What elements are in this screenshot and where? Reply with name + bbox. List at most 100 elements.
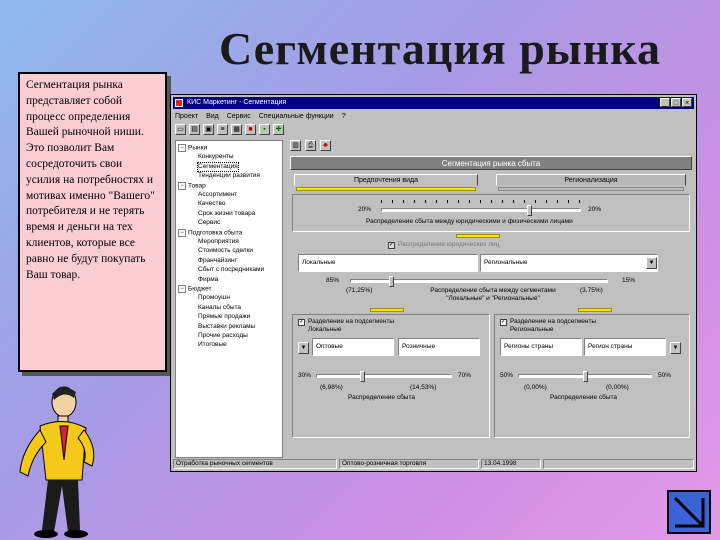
tree-item[interactable]: Прочие расходы <box>198 332 248 340</box>
slider2-right-value: 15% <box>622 277 636 284</box>
tree-item-label: Фирма <box>198 275 219 283</box>
regional-dropdown[interactable]: ▼ <box>670 342 681 354</box>
tree-item[interactable]: Конкуренты <box>198 153 234 161</box>
regional-slider-thumb[interactable] <box>583 371 588 382</box>
local-slider-track[interactable] <box>316 374 452 378</box>
tree-item-label: Промоушн <box>198 294 230 302</box>
print-icon[interactable]: ⎙ <box>305 140 316 151</box>
tree-item[interactable]: Срок жизни товара <box>198 210 255 218</box>
navigation-tree: − Рынки Конкуренты Сегментация Тенденции раз… <box>175 140 283 458</box>
tree-item[interactable]: Промоушн <box>198 294 230 302</box>
tree-item[interactable]: − Рынки <box>178 144 207 153</box>
yellow-marker-3 <box>578 308 612 312</box>
calculator-icon[interactable]: ▦ <box>231 124 242 135</box>
people-icon[interactable]: ♣ <box>320 140 331 151</box>
list-icon[interactable]: ≡ <box>217 124 228 135</box>
segment-left-field[interactable]: Локальные <box>298 254 478 272</box>
tree-item-label: Прямые продажи <box>198 313 251 321</box>
legal-entities-checkbox[interactable]: ✓ <box>388 242 395 249</box>
tree-item[interactable]: − Подготовка сбыта <box>178 228 243 238</box>
tree-item[interactable]: Франчайзинг <box>198 257 237 265</box>
regional-subsegments-label: Разделение на подсегменты <box>510 318 597 325</box>
slider2-thumb[interactable] <box>389 276 394 287</box>
slider1-track[interactable] <box>381 208 581 212</box>
tree-item-label: Конкуренты <box>198 153 234 161</box>
local-slider-thumb[interactable] <box>360 371 365 382</box>
slider1-thumb[interactable] <box>527 205 532 216</box>
slider1-right-value: 20% <box>588 206 602 213</box>
tree-item[interactable]: − Товар <box>178 181 206 191</box>
maximize-button[interactable]: □ <box>671 98 681 107</box>
tree-item-label: Сегментация <box>198 162 238 170</box>
status-bar: Отработка рыночных сегментов Оптово-розн… <box>173 459 694 470</box>
segment-dropdown[interactable]: ▼ <box>646 257 657 269</box>
regional-right-value: 50% <box>658 372 672 379</box>
expand-icon[interactable]: − <box>178 285 186 293</box>
regional-right-field[interactable]: Регион страны <box>584 338 666 356</box>
menu-help[interactable]: ? <box>342 111 346 122</box>
book-icon[interactable]: ▥ <box>290 140 301 151</box>
tree-item-label: Выставки рекламы <box>198 322 256 330</box>
local-value-left: (6,98%) <box>320 384 343 391</box>
tree-item-label: Подготовка сбыта <box>188 229 243 237</box>
tree-item[interactable]: Сбыт с посредниками <box>198 266 264 274</box>
local-subsegments-checkbox[interactable]: ✓ <box>298 319 305 326</box>
tree-item-label: Сервис <box>198 219 221 227</box>
slider1-ticks <box>381 200 581 203</box>
tree-item[interactable]: Прямые продажи <box>198 313 250 321</box>
panel-toolbar: ▥ ⎙ ♣ <box>286 140 696 154</box>
open-icon[interactable]: ▤ <box>189 124 200 135</box>
next-slide-button[interactable] <box>667 490 711 534</box>
tab-regionalization[interactable]: Регионализация <box>496 174 686 186</box>
menu-view[interactable]: Вид <box>206 111 219 122</box>
slider1-caption: Распределение сбыта между юридическими и… <box>366 218 573 225</box>
local-dropdown[interactable]: ▼ <box>298 342 309 354</box>
panel-title: Сегментация рынка сбыта <box>290 156 692 170</box>
tree-item[interactable]: Сервис <box>198 219 220 227</box>
close-button[interactable]: × <box>682 98 692 107</box>
tree-item-label: Рынки <box>188 144 208 152</box>
minimize-button[interactable]: _ <box>660 98 670 107</box>
tree-item-label: Срок жизни товара <box>198 209 256 217</box>
report-icon[interactable]: ■ <box>245 124 256 135</box>
tree-item[interactable]: Качество <box>198 200 225 208</box>
app-icon <box>175 99 183 107</box>
tree-item[interactable]: Выставки рекламы <box>198 323 255 331</box>
local-title: Локальные <box>308 326 342 333</box>
tree-item[interactable]: Стоимость сделки <box>198 247 253 255</box>
local-right-field[interactable]: Розничные <box>398 338 480 356</box>
local-right-value: 70% <box>458 372 472 379</box>
tree-item-label: Ассортимент <box>198 191 238 198</box>
slider2-value-left: (71,25%) <box>346 287 373 294</box>
new-icon[interactable]: ▭ <box>175 124 186 135</box>
expand-icon[interactable]: − <box>178 144 186 152</box>
tree-item[interactable]: Фирма <box>198 276 218 284</box>
expand-icon[interactable]: − <box>178 181 186 190</box>
status-section-2: Оптово-розничная торговля <box>339 459 479 469</box>
tools-icon[interactable]: ✚ <box>273 124 284 135</box>
slider2-left-value: 85% <box>326 277 340 284</box>
regional-subsegments-checkbox[interactable]: ✓ <box>500 319 507 326</box>
menu-special[interactable]: Специальные функции <box>259 111 334 122</box>
tree-item[interactable]: Мероприятия <box>198 238 239 246</box>
chart-icon[interactable]: ▪ <box>259 124 270 135</box>
local-caption: Распределение сбыта <box>348 394 415 401</box>
window-titlebar: КИС Маркетинг - Сегментация _ □ × <box>173 97 694 109</box>
tab-preferences[interactable]: Предпочтения вида <box>294 174 478 186</box>
tree-item[interactable]: Каналы сбыта <box>198 304 241 312</box>
tree-item[interactable]: Сегментация <box>197 161 239 172</box>
tree-item-label: Итоговые <box>198 341 227 349</box>
menu-service[interactable]: Сервис <box>227 111 251 122</box>
expand-icon[interactable]: − <box>178 228 186 237</box>
regional-left-field[interactable]: Регионы страны <box>500 338 582 356</box>
tree-item[interactable]: − Бюджет <box>178 285 212 294</box>
save-icon[interactable]: ▣ <box>203 124 214 135</box>
status-section-4 <box>543 459 694 469</box>
tree-item[interactable]: Тенденции развития <box>198 172 260 180</box>
segment-right-field[interactable]: Региональные <box>480 254 658 272</box>
local-left-field[interactable]: Оптовые <box>312 338 394 356</box>
tree-item[interactable]: Итоговые <box>198 341 227 349</box>
menu-project[interactable]: Проект <box>175 111 198 122</box>
toolbar: ▭ ▤ ▣ ≡ ▦ ■ ▪ ✚ <box>175 124 284 138</box>
tree-item[interactable]: Ассортимент <box>198 191 237 199</box>
